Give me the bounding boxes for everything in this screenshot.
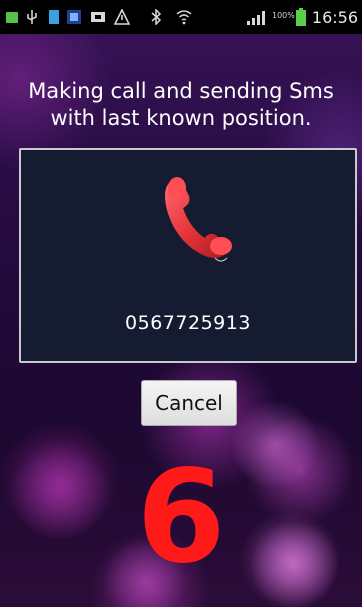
app-icon [67,10,81,24]
bluetooth-icon [151,9,162,25]
app-screen: 100% 16:56 Making call and sending Sms w… [0,0,362,607]
notification-icon [6,12,18,23]
call-panel: 0567725913 [19,148,357,363]
media-icon [91,12,105,22]
phone-number: 0567725913 [125,312,251,334]
usb-icon [27,10,37,24]
sim-icon [49,10,59,24]
call-message: Making call and sending Sms with last kn… [0,78,362,132]
message-line-1: Making call and sending Sms [28,79,334,103]
cancel-button[interactable]: Cancel [141,380,237,426]
warning-icon [114,9,130,25]
battery-icon [296,8,306,26]
message-line-2: with last known position. [50,106,312,130]
status-bar: 100% 16:56 [0,0,362,34]
countdown-number: 6 [136,443,226,592]
battery-percent: 100% [272,11,295,20]
wifi-icon [176,10,192,25]
status-time: 16:56 [311,8,358,27]
phone-handset-icon [165,177,232,262]
signal-icon [247,11,265,25]
